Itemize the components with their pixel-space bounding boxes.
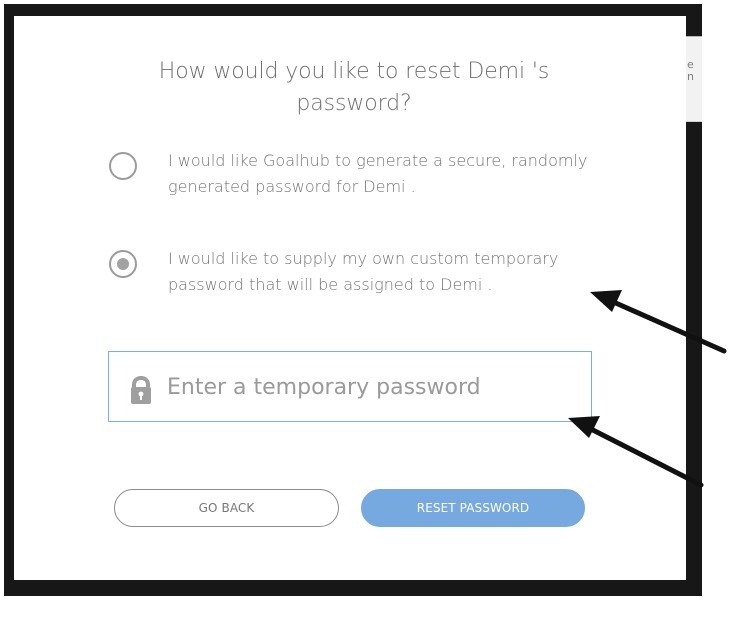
reset-password-dialog: How would you like to reset Demi 's pass… xyxy=(14,16,686,580)
option-generate-password[interactable]: I would like Goalhub to generate a secur… xyxy=(109,148,609,208)
background-text-line: n xyxy=(687,70,694,83)
generate-password-label: I would like Goalhub to generate a secur… xyxy=(168,151,588,196)
option-custom-password[interactable]: I would like to supply my own custom tem… xyxy=(109,246,609,342)
go-back-button[interactable]: GO BACK xyxy=(114,489,339,527)
lock-icon xyxy=(131,375,151,404)
custom-password-radio[interactable] xyxy=(109,250,137,278)
dialog-title: How would you like to reset Demi 's pass… xyxy=(158,59,550,116)
generate-password-radio[interactable] xyxy=(109,152,137,180)
background-text: e n xyxy=(687,59,694,83)
temporary-password-field[interactable] xyxy=(108,351,592,422)
reset-password-button[interactable]: RESET PASSWORD xyxy=(361,489,585,527)
custom-password-label: I would like to supply my own custom tem… xyxy=(168,249,559,294)
selected-radio-dot xyxy=(117,258,129,270)
temporary-password-input[interactable] xyxy=(167,363,572,411)
background-page-edge: e n xyxy=(686,36,702,122)
screenshot: e n How would you like to reset Demi 's … xyxy=(0,0,732,619)
